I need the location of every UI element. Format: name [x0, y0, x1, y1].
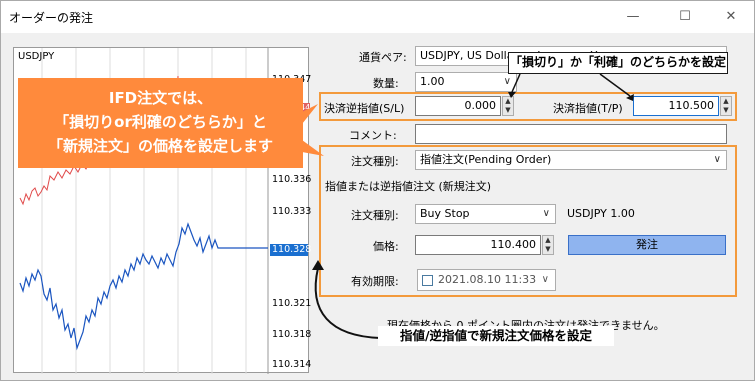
tp-input[interactable]: 110.500: [633, 96, 719, 116]
close-icon[interactable]: ✕: [711, 5, 751, 29]
main-callout-line2: 「損切りor利確のどちらか」と: [54, 113, 267, 131]
main-callout: IFD注文では、 「損切りor利確のどちらか」と 「新規注文」の価格を設定します: [18, 78, 303, 168]
main-callout-line3: 「新規注文」の価格を設定します: [47, 137, 273, 155]
comment-label: コメント:: [349, 129, 397, 142]
price-tick-label: 110.321: [272, 298, 312, 309]
sl-label: 決済逆指値(S/L): [324, 102, 405, 115]
main-callout-line1: IFD注文では、: [108, 89, 213, 107]
expiry-value: 2021.08.10 11:33: [438, 273, 537, 286]
minimize-icon[interactable]: —: [613, 5, 653, 29]
pending-info: USDJPY 1.00: [567, 207, 635, 220]
sl-input[interactable]: 0.000: [415, 96, 501, 116]
maximize-icon[interactable]: ☐: [665, 5, 705, 29]
window-title: オーダーの発注: [9, 11, 94, 25]
order-button[interactable]: 発注: [568, 235, 726, 255]
order-type-label: 注文種別:: [351, 155, 399, 168]
pending-price-callout: 指値/逆指値で新規注文価格を設定: [378, 326, 614, 346]
comment-input[interactable]: [415, 124, 727, 144]
chart-symbol: USDJPY: [18, 51, 55, 62]
titlebar: オーダーの発注 — ☐ ✕: [1, 1, 754, 33]
price-tick-label: 110.333: [272, 206, 312, 217]
price-tick-label: 110.336: [272, 174, 312, 185]
order-type-select[interactable]: 指値注文(Pending Order) ∨: [415, 150, 727, 170]
chevron-down-icon: ∨: [542, 208, 550, 219]
chevron-down-icon: ∨: [713, 154, 721, 165]
pending-type-select[interactable]: Buy Stop ∨: [415, 204, 556, 224]
order-type-value: 指値注文(Pending Order): [420, 153, 552, 166]
pending-section-title: 指値または逆指値注文 (新規注文): [325, 180, 492, 193]
pending-type-value: Buy Stop: [420, 207, 470, 220]
price-stepper[interactable]: ▲ ▼: [542, 235, 554, 255]
sl-stepper[interactable]: ▲ ▼: [502, 96, 514, 116]
expiry-date-picker[interactable]: 2021.08.10 11:33 ∨: [417, 269, 556, 291]
symbol-label: 通貨ペア:: [359, 51, 407, 64]
price-label: 価格:: [373, 240, 399, 253]
expiry-label: 有効期限:: [351, 275, 399, 288]
chevron-down-icon: ∨: [503, 76, 511, 87]
tp-stepper[interactable]: ▲ ▼: [720, 96, 732, 116]
chevron-down-icon: ∨: [541, 274, 549, 285]
expiry-checkbox[interactable]: [422, 275, 433, 286]
price-tick-label: 110.314: [272, 359, 312, 370]
current-price-badge: 110.328: [270, 244, 312, 256]
price-tick-label: 110.318: [272, 329, 312, 340]
pending-type-label: 注文種別:: [351, 209, 399, 222]
volume-label: 数量:: [373, 77, 399, 90]
tp-label: 決済指値(T/P): [553, 102, 623, 115]
sltp-callout: 「損切り」か「利確」のどちらかを設定: [508, 52, 728, 74]
volume-select[interactable]: 1.00 ∨: [415, 72, 517, 92]
price-input[interactable]: 110.400: [415, 235, 541, 255]
volume-value: 1.00: [420, 75, 445, 88]
